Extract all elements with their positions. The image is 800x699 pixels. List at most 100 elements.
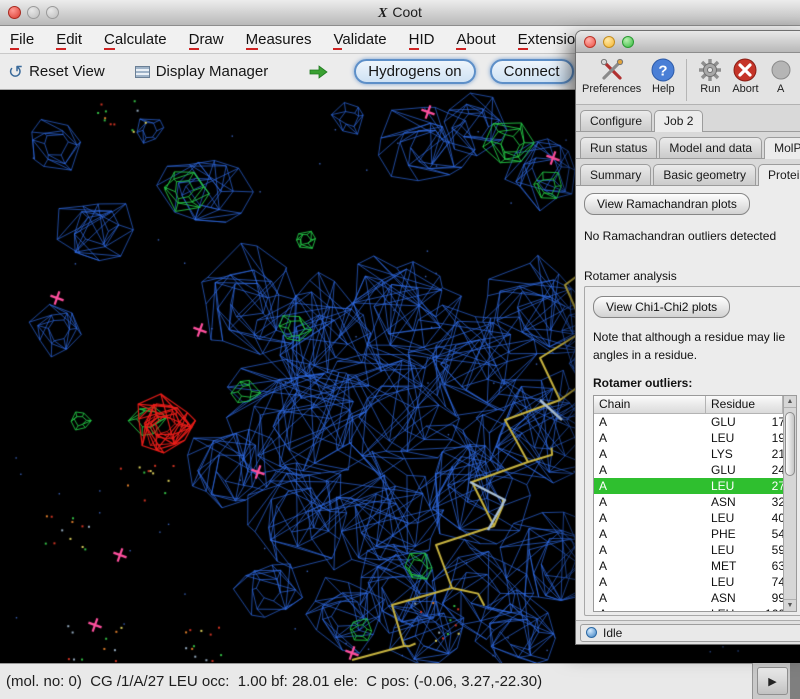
minimize-button[interactable] [27, 6, 40, 19]
scrollbar-thumb[interactable] [785, 412, 795, 476]
table-row[interactable]: AMET63 [594, 558, 783, 574]
help-icon: ? [650, 56, 676, 83]
close-button[interactable] [8, 6, 21, 19]
residue-number: 24 [753, 463, 783, 477]
tool-abort[interactable]: Abort [732, 56, 758, 95]
tool-help[interactable]: ?Help [650, 56, 676, 95]
reset-view-button[interactable]: Reset View [29, 63, 105, 80]
cell-chain: A [594, 575, 706, 589]
overlay-titlebar[interactable] [576, 31, 800, 53]
menu-validate[interactable]: Validate [333, 31, 386, 48]
cell-chain: A [594, 479, 706, 493]
zoom-button[interactable] [622, 36, 634, 48]
scroll-track[interactable] [790, 663, 800, 699]
menu-edit[interactable]: Edit [56, 31, 82, 48]
protein-tab-content: View Ramachandran plots No Ramachandran … [576, 186, 800, 620]
overlay-toolbar: Preferences ?Help Run Abort A [576, 53, 800, 105]
connect-button[interactable]: Connect [490, 59, 574, 84]
table-scrollbar[interactable]: ▲ ▼ [783, 396, 796, 611]
menu-file[interactable]: File [10, 31, 34, 48]
svg-text:?: ? [659, 62, 668, 79]
view-ramachandran-button[interactable]: View Ramachandran plots [584, 193, 750, 215]
reset-view-icon[interactable]: ↺ [8, 63, 23, 81]
tool-label: A [777, 83, 784, 95]
tab-configure[interactable]: Configure [580, 110, 652, 131]
tool-label: Run [700, 83, 720, 95]
cell-residue: LEU27 [706, 479, 783, 493]
table-row[interactable]: ALEU19 [594, 430, 783, 446]
cell-residue: GLU24 [706, 463, 783, 477]
scroll-up-icon[interactable]: ▲ [784, 396, 796, 408]
tab-job-2[interactable]: Job 2 [654, 110, 703, 132]
table-row[interactable]: APHE54 [594, 526, 783, 542]
residue-number: 17 [753, 415, 783, 429]
cell-residue: LYS21 [706, 447, 783, 461]
cell-chain: A [594, 559, 706, 573]
table-row[interactable]: ALEU59 [594, 542, 783, 558]
scroll-right-button[interactable]: ▶ [757, 667, 788, 695]
residue-name: LEU [711, 543, 753, 557]
rotamer-frame: View Chi1-Chi2 plots Note that although … [584, 286, 800, 616]
display-manager-button[interactable]: Display Manager [156, 63, 269, 80]
menu-hid[interactable]: HID [409, 31, 435, 48]
minimize-button[interactable] [603, 36, 615, 48]
residue-number: 54 [753, 527, 783, 541]
main-status-bar: (mol. no: 0) CG /1/A/27 LEU occ: 1.00 bf… [0, 663, 800, 699]
residue-number: 59 [753, 543, 783, 557]
table-row[interactable]: A GLU17 [594, 414, 783, 430]
atom-status-text: (mol. no: 0) CG /1/A/27 LEU occ: 1.00 bf… [6, 673, 542, 690]
table-row[interactable]: ALEU27 [594, 478, 783, 494]
tab-run-status[interactable]: Run status [580, 137, 657, 158]
preferences-icon [599, 56, 625, 83]
tool-run[interactable]: Run [697, 56, 723, 95]
table-row[interactable]: ALEU40 [594, 510, 783, 526]
hydrogens-toggle-button[interactable]: Hydrogens on [354, 59, 475, 84]
cell-residue: LEU59 [706, 543, 783, 557]
table-row[interactable]: AASN99 [594, 590, 783, 606]
tool-label: Preferences [582, 83, 641, 95]
menu-measures[interactable]: Measures [246, 31, 312, 48]
view-chi-plots-button[interactable]: View Chi1-Chi2 plots [593, 296, 730, 318]
status-box: Idle [580, 624, 800, 642]
tab-protein[interactable]: Protein [758, 164, 800, 186]
residue-name: GLU [711, 463, 753, 477]
residue-number: 32 [753, 495, 783, 509]
table-row[interactable]: ALEU160 [594, 606, 783, 611]
tool-a[interactable]: A [768, 56, 794, 95]
residue-name: LEU [711, 575, 753, 589]
molprobity-window: Preferences ?Help Run Abort A ConfigureJob 2… [575, 30, 800, 645]
residue-name: GLU [711, 415, 753, 429]
display-manager-icon[interactable] [135, 66, 150, 78]
column-header-chain[interactable]: Chain [594, 396, 706, 414]
main-titlebar[interactable]: XCoot [0, 0, 800, 26]
column-header-residue[interactable]: Residue [706, 396, 783, 414]
rotamer-table-columns: ChainResidue AGLU17ALEU19ALYS21AGLU24ALE… [594, 396, 783, 611]
scroll-down-icon[interactable]: ▼ [784, 599, 796, 611]
recentre-arrow-icon[interactable] [308, 64, 328, 80]
cell-chain: A [594, 495, 706, 509]
tab-summary[interactable]: Summary [580, 164, 651, 185]
table-row[interactable]: ALEU74 [594, 574, 783, 590]
status-icon [586, 627, 597, 638]
table-row[interactable]: ALYS21 [594, 446, 783, 462]
rotamer-note-line2: angles in a residue. [593, 346, 797, 364]
tab-model-and-data[interactable]: Model and data [659, 137, 762, 158]
cell-chain: A [594, 415, 706, 429]
overlay-status-bar: Idle [576, 620, 800, 644]
cell-residue: PHE54 [706, 527, 783, 541]
tab-basic-geometry[interactable]: Basic geometry [653, 164, 756, 185]
zoom-button[interactable] [46, 6, 59, 19]
cell-chain: A [594, 447, 706, 461]
menu-about[interactable]: About [456, 31, 495, 48]
table-row[interactable]: AASN32 [594, 494, 783, 510]
menu-calculate[interactable]: Calculate [104, 31, 167, 48]
ramachandran-message: No Ramachandran outliers detected [584, 229, 800, 243]
close-button[interactable] [584, 36, 596, 48]
tab-molprobity[interactable]: MolProbity [764, 137, 800, 159]
cell-residue: ASN32 [706, 495, 783, 509]
rotamer-note-line1: Note that although a residue may lie [593, 328, 797, 346]
menu-draw[interactable]: Draw [189, 31, 224, 48]
table-row[interactable]: AGLU24 [594, 462, 783, 478]
cell-residue: MET63 [706, 559, 783, 573]
tool-preferences[interactable]: Preferences [582, 56, 641, 95]
